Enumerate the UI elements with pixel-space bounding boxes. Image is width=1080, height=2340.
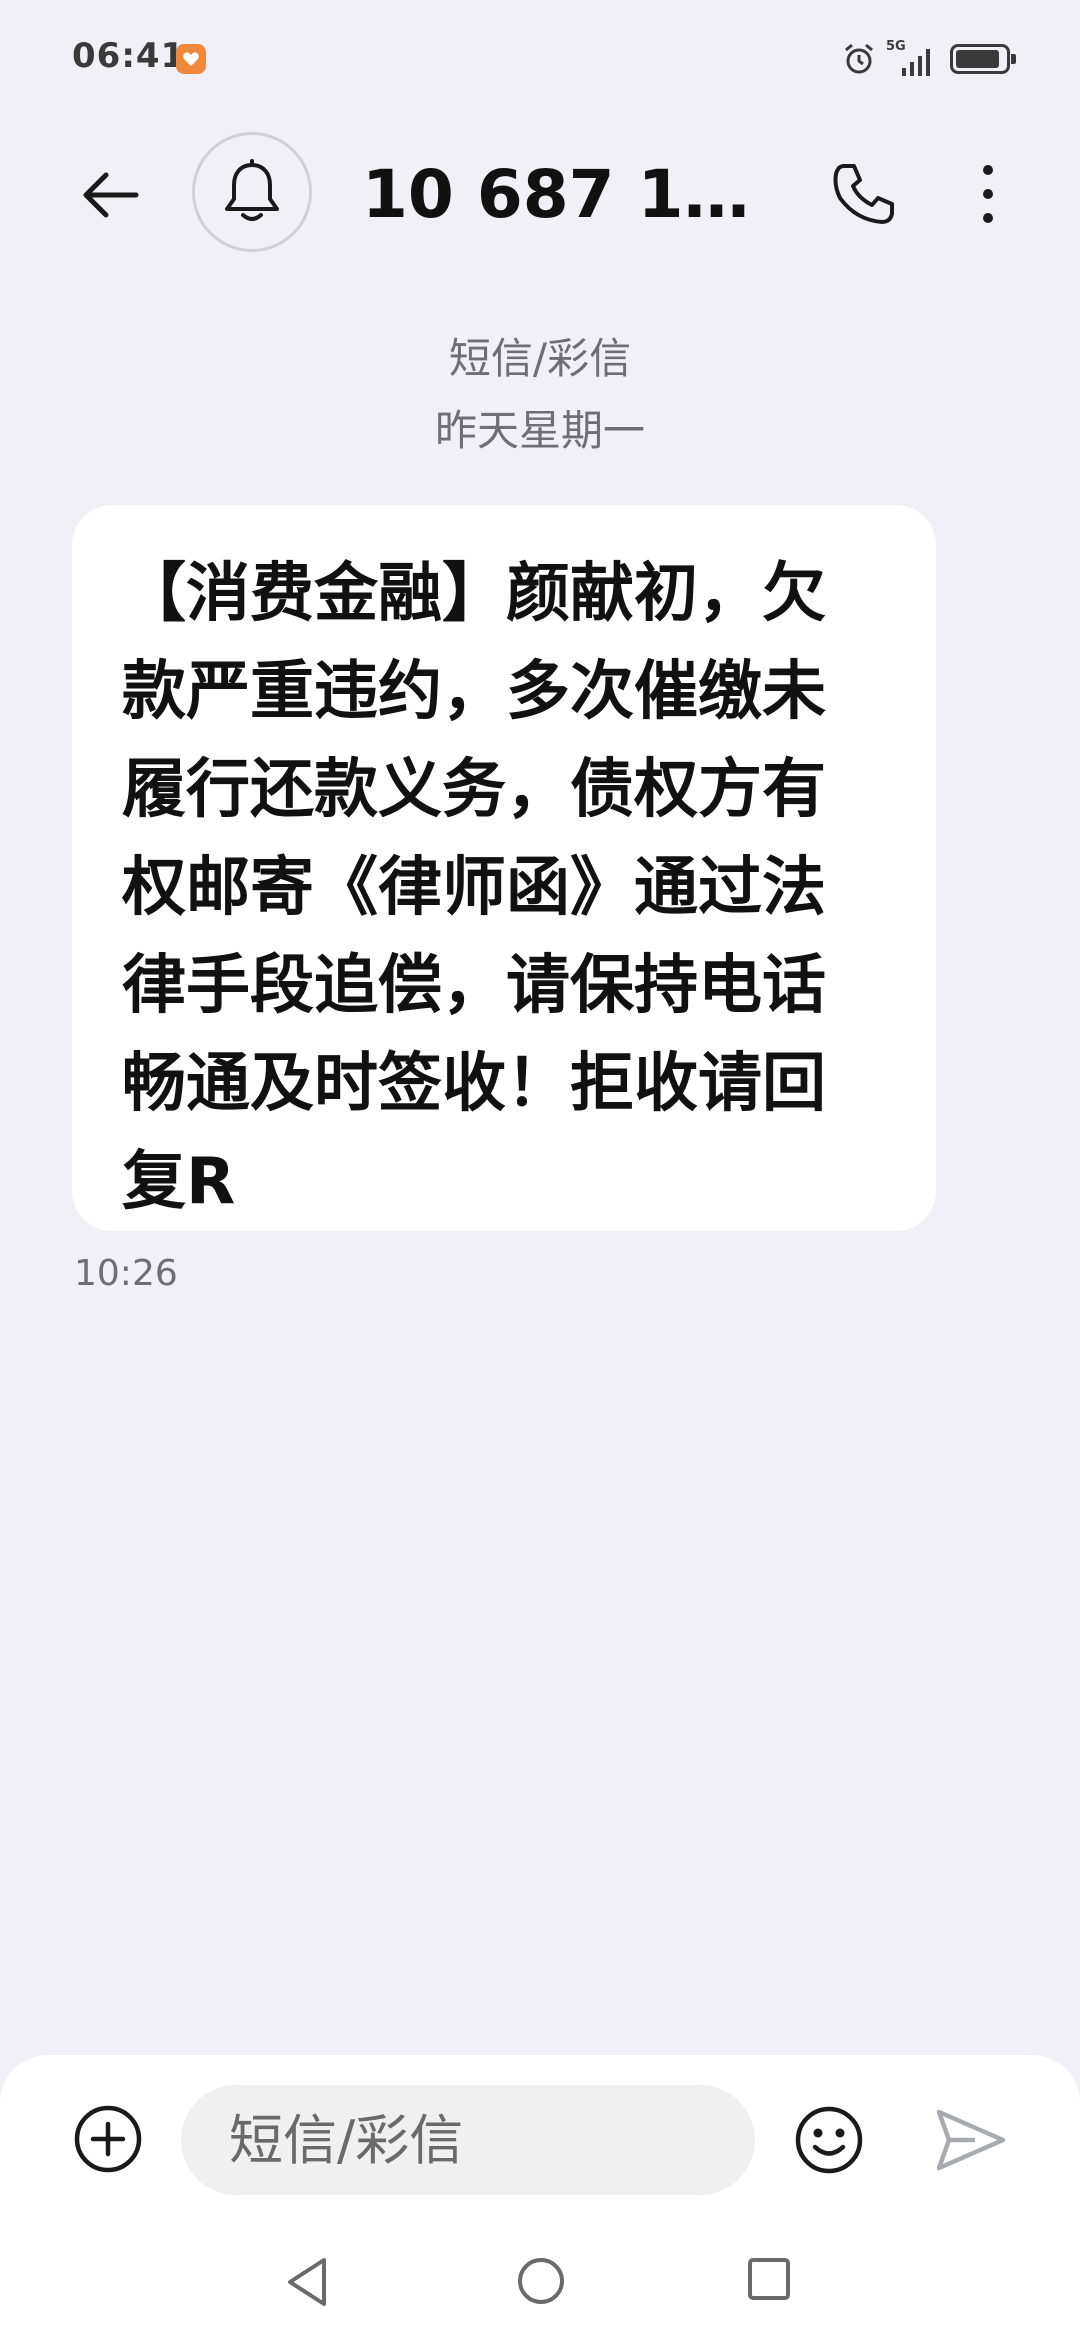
add-circle-icon (74, 2105, 142, 2173)
nav-home-icon (518, 2258, 564, 2304)
send-button[interactable] (932, 2101, 1010, 2179)
bell-icon (225, 159, 279, 221)
back-button[interactable] (70, 155, 150, 235)
contact-title: 10 687 10... (362, 156, 762, 233)
nav-recent-button[interactable] (746, 2256, 792, 2306)
battery-fill (956, 50, 999, 68)
battery-icon (950, 44, 1016, 74)
nav-back-button[interactable] (284, 2256, 332, 2312)
message-timestamp: 10:26 (74, 1253, 178, 1294)
add-attachment-button[interactable] (72, 2103, 144, 2175)
alarm-icon (842, 42, 876, 80)
back-arrow-icon (83, 172, 139, 218)
status-bar: 06:41 5G (0, 0, 1080, 120)
app-notification-icon (176, 44, 206, 74)
thread-date-label: 昨天星期一 (434, 406, 645, 455)
nav-recent-icon (748, 2258, 790, 2300)
message-input[interactable] (229, 2108, 755, 2172)
thread-type-label: 短信/彩信 (448, 334, 632, 383)
emoji-button[interactable] (792, 2103, 866, 2177)
system-navigation-bar (0, 2220, 1080, 2340)
more-options-button[interactable] (958, 154, 1018, 234)
contact-avatar[interactable] (192, 132, 312, 252)
conversation-header: 10 687 10... (0, 120, 1080, 270)
more-vertical-icon (983, 165, 993, 175)
nav-home-button[interactable] (516, 2256, 566, 2310)
signal-icon: 5G (886, 40, 936, 76)
message-text: 【消费金融】颜献初，欠款严重违约，多次催缴未履行还款义务，债权方有权邮寄《律师函… (122, 557, 826, 1219)
message-bubble[interactable]: 【消费金融】颜献初，欠款严重违约，多次催缴未履行还款义务，债权方有权邮寄《律师函… (72, 505, 936, 1231)
call-button[interactable] (824, 154, 904, 234)
phone-icon (833, 164, 894, 224)
nav-back-icon (288, 2258, 326, 2306)
send-icon (936, 2109, 1006, 2171)
message-input-container[interactable] (181, 2085, 755, 2195)
emoji-icon (795, 2106, 863, 2174)
messaging-screen: 06:41 5G 10 687 10... 短信/彩信 昨天星期一 【消费金融】… (0, 0, 1080, 2340)
status-time: 06:41 (72, 36, 186, 76)
